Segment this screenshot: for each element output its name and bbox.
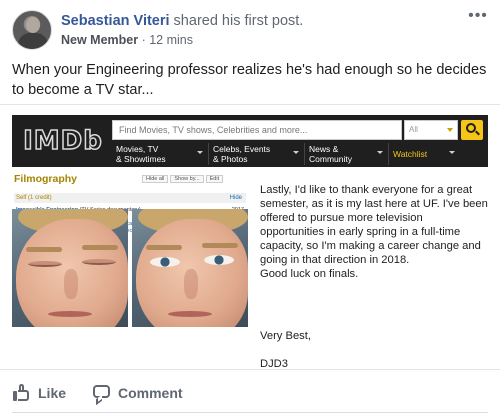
imdb-nav-watchlist: Watchlist	[388, 143, 460, 165]
post-meta: New Member · 12 mins	[61, 32, 193, 48]
letter-closing: Very Best,	[260, 330, 311, 342]
hide-all-control: Hide all	[142, 175, 169, 183]
post-header: Sebastian Viteri shared his first post. …	[12, 8, 488, 52]
comment-bubble-icon	[92, 384, 110, 406]
imdb-search-button	[461, 120, 483, 140]
imdb-search-input: Find Movies, TV shows, Celebrities and m…	[112, 120, 402, 140]
farewell-letter: Lastly, I'd like to thank everyone for a…	[260, 183, 488, 369]
imdb-nav-celebs-label: Celebs, Events & Photos	[213, 144, 271, 164]
post-timestamp[interactable]: · 12 mins	[138, 33, 193, 47]
imdb-nav-celebs: Celebs, Events & Photos	[208, 143, 304, 165]
edit-control: Edit	[205, 175, 224, 183]
imdb-nav: Movies, TV & Showtimes Celebs, Events & …	[112, 143, 460, 165]
self-credit-label: Self (1 credit)	[16, 195, 52, 201]
show-by-control: Show by...	[170, 175, 204, 183]
chevron-down-icon	[293, 151, 299, 154]
author-action-text: shared his first post.	[169, 13, 304, 29]
letter-body: Lastly, I'd like to thank everyone for a…	[260, 184, 488, 266]
comment-label: Comment	[118, 385, 183, 401]
imdb-search-scope: All	[404, 120, 458, 140]
letter-luck: Good luck on finals.	[260, 268, 359, 280]
divider	[12, 412, 488, 413]
chevron-down-icon	[449, 151, 455, 154]
post-text: When your Engineering professor realizes…	[12, 62, 487, 98]
imdb-search-scope-label: All	[409, 125, 418, 134]
imdb-nav-movies-label: Movies, TV & Showtimes	[116, 144, 166, 164]
avatar-head	[26, 17, 40, 33]
author-name-link[interactable]: Sebastian Viteri	[61, 13, 170, 29]
author-avatar[interactable]	[12, 10, 52, 50]
search-icon-handle	[475, 130, 480, 136]
avatar-body	[18, 33, 48, 49]
self-credit-header: Self (1 credit) Hide	[14, 193, 246, 203]
blinking-face-eyes-closed	[12, 209, 128, 327]
comment-button[interactable]: Comment	[92, 378, 183, 408]
like-button[interactable]: Like	[12, 378, 66, 408]
blinking-face-eyes-open	[132, 209, 248, 327]
imdb-nav-movies: Movies, TV & Showtimes	[112, 143, 208, 165]
chevron-down-icon	[447, 128, 453, 132]
chevron-down-icon	[377, 151, 383, 154]
imdb-nav-news: News & Community	[304, 143, 388, 165]
author-line: Sebastian Viteri shared his first post.	[61, 12, 303, 30]
thumbs-up-icon	[12, 384, 30, 402]
letter-signature: DJD3	[260, 358, 288, 370]
more-options-icon[interactable]: •••	[468, 8, 488, 26]
self-hide-link: Hide	[229, 195, 242, 201]
imdb-nav-watchlist-label: Watchlist	[393, 149, 428, 159]
imdb-nav-news-label: News & Community	[309, 144, 352, 164]
like-label: Like	[38, 385, 67, 401]
filmography-title: Filmography	[14, 173, 78, 185]
filmography-controls: Hide all Show by... Edit	[142, 175, 225, 183]
post-actions: Like Comment	[0, 378, 500, 408]
meme-image[interactable]: IMDb Find Movies, TV shows, Celebrities …	[0, 104, 500, 370]
member-badge: New Member	[61, 33, 139, 47]
imdb-header-bar: IMDb Find Movies, TV shows, Celebrities …	[12, 115, 488, 167]
imdb-logo: IMDb	[22, 125, 103, 157]
chevron-down-icon	[197, 151, 203, 154]
